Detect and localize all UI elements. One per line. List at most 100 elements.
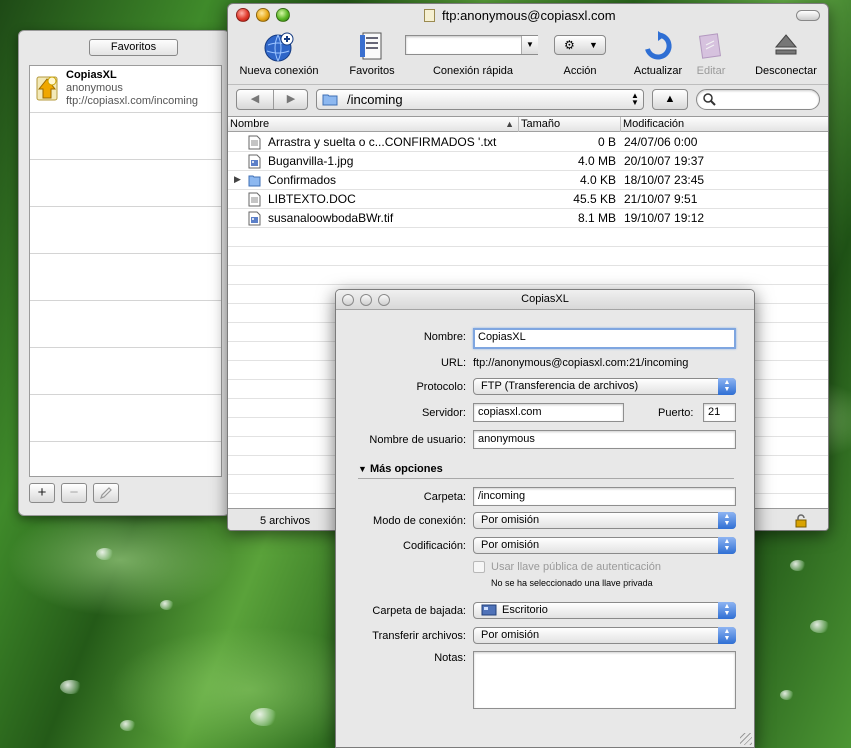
server-field[interactable]: copiasxl.com <box>473 403 624 422</box>
doc-icon <box>248 192 261 207</box>
water-drop <box>60 680 82 694</box>
current-path: /incoming <box>347 92 403 107</box>
favorites-label: Favoritos <box>349 65 395 77</box>
table-row[interactable]: susanaloowbodaBWr.tif 8.1 MB 19/10/07 19… <box>228 209 828 228</box>
transfer-files-select[interactable]: Por omisión ▲ ▼ <box>473 627 736 644</box>
parent-directory-button[interactable]: ▲ <box>652 89 688 110</box>
up-down-arrows-icon: ▲ ▼ <box>718 378 736 395</box>
column-size[interactable]: Tamaño <box>519 117 621 132</box>
image-icon <box>248 211 261 226</box>
connection-mode-select[interactable]: Por omisión ▲ ▼ <box>473 512 736 529</box>
column-modified-label: Modificación <box>623 118 685 130</box>
pencil-icon <box>100 487 112 499</box>
favorite-url: ftp://copiasxl.com/incoming <box>66 95 199 107</box>
water-drop <box>790 560 806 571</box>
search-field[interactable] <box>696 89 820 110</box>
file-size: 4.0 KB <box>579 173 616 187</box>
up-down-arrows-icon: ▲ ▼ <box>631 91 639 107</box>
favorite-name: CopiasXL <box>66 69 117 81</box>
file-modified: 20/10/07 19:37 <box>624 154 705 168</box>
edit-favorite-button[interactable] <box>93 483 119 503</box>
up-down-arrows-icon: ▲ ▼ <box>718 537 736 554</box>
minimize-button[interactable] <box>256 8 270 22</box>
back-button[interactable]: ◀ <box>237 92 273 105</box>
edit-button[interactable]: Editar <box>688 28 734 78</box>
protocol-value: FTP (Transferencia de archivos) <box>481 380 639 392</box>
disconnect-button[interactable]: Desconectar <box>748 28 824 78</box>
codificacion-label: Codificación: <box>403 540 466 552</box>
editor-title-bar: CopiasXL <box>336 290 754 310</box>
resize-handle[interactable] <box>740 733 752 745</box>
title-bar: ftp:anonymous@copiasxl.com <box>228 4 828 28</box>
table-row[interactable]: Arrastra y suelta o c...CONFIRMADOS '.tx… <box>228 133 828 152</box>
add-favorite-button[interactable]: + <box>29 483 55 503</box>
column-header: Nombre ▲ Tamaño Modificación <box>228 117 828 132</box>
zoom-button[interactable] <box>276 8 290 22</box>
servidor-label: Servidor: <box>421 407 466 419</box>
download-folder-select[interactable]: Escritorio ▲ ▼ <box>473 602 736 619</box>
file-size: 8.1 MB <box>577 211 616 225</box>
eject-icon <box>774 34 798 55</box>
file-modified: 19/10/07 19:12 <box>624 211 705 225</box>
drawer-buttons: + − <box>29 483 119 505</box>
water-drop <box>780 690 794 700</box>
new-connection-button[interactable]: Nueva conexión <box>234 28 324 78</box>
up-down-arrows-icon: ▲ ▼ <box>718 512 736 529</box>
sort-ascending-icon: ▲ <box>505 119 514 129</box>
file-name: Buganvilla-1.jpg <box>268 154 354 168</box>
file-modified: 21/10/07 9:51 <box>624 192 698 206</box>
username-field[interactable]: anonymous <box>473 430 736 449</box>
connection-mode-value: Por omisión <box>481 514 540 526</box>
edit-file-icon <box>698 33 722 59</box>
forward-button[interactable]: ▶ <box>273 92 309 105</box>
file-size: 45.5 KB <box>573 192 616 206</box>
search-icon <box>703 93 716 106</box>
path-selector[interactable]: /incoming ▲ ▼ <box>316 89 644 110</box>
disclosure-triangle-icon[interactable]: ▶ <box>234 174 241 185</box>
usuario-label: Nombre de usuario: <box>369 434 466 446</box>
carpeta-bajada-label: Carpeta de bajada: <box>372 605 466 617</box>
bookmarks-icon <box>360 32 382 60</box>
port-field[interactable]: 21 <box>703 403 736 422</box>
back-forward-control: ◀ ▶ <box>236 89 308 110</box>
table-row[interactable]: ▶ Confirmados 4.0 KB 18/10/07 23:45 <box>228 171 828 190</box>
column-name-label: Nombre <box>230 118 270 130</box>
more-options-toggle[interactable]: ▼ Más opciones <box>358 463 443 475</box>
favorites-list[interactable]: CopiasXL anonymous ftp://copiasxl.com/in… <box>29 65 222 477</box>
column-modified[interactable]: Modificación <box>621 117 827 132</box>
doc-icon <box>248 135 261 150</box>
divider <box>358 478 734 479</box>
column-name[interactable]: Nombre ▲ <box>228 117 519 132</box>
notes-textarea[interactable] <box>473 651 736 709</box>
new-connection-label: Nueva conexión <box>239 65 319 77</box>
table-row[interactable]: LIBTEXTO.DOC 45.5 KB 21/10/07 9:51 <box>228 190 828 209</box>
column-size-label: Tamaño <box>521 118 561 130</box>
action-label: Acción <box>563 65 597 77</box>
remove-favorite-button[interactable]: − <box>61 483 87 503</box>
file-modified: 24/07/06 0:00 <box>624 135 698 149</box>
encoding-select[interactable]: Por omisión ▲ ▼ <box>473 537 736 554</box>
favorite-item[interactable]: CopiasXL anonymous ftp://copiasxl.com/in… <box>30 66 221 113</box>
close-button[interactable] <box>236 8 250 22</box>
protocol-select[interactable]: FTP (Transferencia de archivos) ▲ ▼ <box>473 378 736 395</box>
globe-add-icon <box>264 32 294 62</box>
toolbar-toggle-button[interactable] <box>796 10 820 21</box>
favorite-user: anonymous <box>66 82 123 94</box>
desktop-folder-icon <box>481 604 497 616</box>
public-key-checkbox[interactable] <box>473 561 485 573</box>
water-drop <box>96 548 114 560</box>
bookmark-editor-window: CopiasXL Nombre: CopiasXL URL: ftp://ano… <box>335 289 755 748</box>
file-name: Confirmados <box>268 173 337 187</box>
window-title: ftp:anonymous@copiasxl.com <box>442 8 616 23</box>
file-name: Arrastra y suelta o c...CONFIRMADOS '.tx… <box>268 135 497 149</box>
folder-field[interactable]: /incoming <box>473 487 736 506</box>
download-folder-value: Escritorio <box>502 604 548 616</box>
refresh-button[interactable]: Actualizar <box>626 28 690 78</box>
nombre-field[interactable]: CopiasXL <box>473 328 736 349</box>
favorites-button[interactable]: Favoritos <box>340 28 404 78</box>
document-icon <box>424 9 435 22</box>
protocolo-label: Protocolo: <box>416 381 466 393</box>
lock-icon <box>795 514 807 528</box>
private-key-note: No se ha seleccionado una llave privada <box>491 578 653 588</box>
table-row[interactable]: Buganvilla-1.jpg 4.0 MB 20/10/07 19:37 <box>228 152 828 171</box>
